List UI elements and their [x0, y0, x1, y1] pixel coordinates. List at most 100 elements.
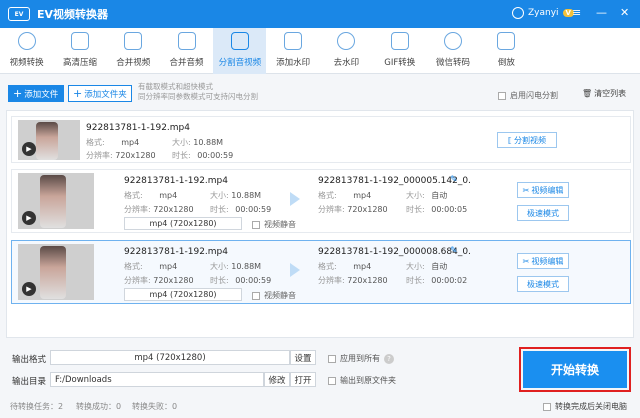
gif-icon: [390, 32, 409, 50]
plus-icon: +: [13, 87, 23, 100]
duration-label: 时长:: [172, 151, 191, 160]
add-folder-label: 添加文件夹: [84, 89, 127, 100]
format-value: mp4: [159, 262, 178, 271]
list-item[interactable]: ▶ 922813781-1-192.mp4 格式: mp4 大小: 10.88M…: [11, 169, 631, 233]
user-icon: [512, 7, 524, 19]
mute-option[interactable]: 视频静音: [252, 290, 296, 301]
output-to-source-label: 输出到原文件夹: [340, 376, 396, 385]
tool-compress[interactable]: 高清压缩: [53, 28, 106, 74]
output-format: 格式: mp4: [318, 190, 371, 201]
tool-remove-watermark[interactable]: 去水印: [320, 28, 373, 74]
output-format-select[interactable]: mp4 (720x1280): [124, 217, 242, 230]
tool-label: 倒放: [497, 58, 515, 68]
start-convert-button[interactable]: 开始转换: [523, 351, 627, 388]
settings-button[interactable]: 设置: [290, 350, 316, 365]
close-icon[interactable]: ✕: [620, 6, 629, 19]
tool-merge-video[interactable]: 合并视频: [107, 28, 160, 74]
tool-label: 去水印: [333, 58, 360, 68]
tool-wechat[interactable]: 微信转码: [426, 28, 479, 74]
output-to-source-checkbox[interactable]: [328, 376, 336, 385]
apply-all-option[interactable]: 应用到所有?: [328, 353, 394, 364]
format-value: mp4: [121, 138, 140, 147]
tool-label: GIF转换: [384, 58, 416, 68]
output-dir-label: 输出目录: [12, 377, 47, 387]
size-label: 大小:: [172, 138, 191, 147]
resolution-value: 720x1280: [347, 205, 388, 214]
tool-label: 添加水印: [276, 58, 311, 68]
minimize-icon[interactable]: —: [596, 6, 607, 19]
play-icon[interactable]: ▶: [22, 211, 36, 225]
source-resolution: 分辨率: 720x1280: [86, 150, 156, 161]
mute-checkbox[interactable]: [252, 220, 260, 229]
list-item[interactable]: ▶ 922813781-1-192.mp4 格式: mp4 大小: 10.88M…: [11, 240, 631, 304]
duration-value: 00:00:02: [431, 276, 468, 285]
duration-label: 时长:: [406, 276, 425, 285]
tool-merge-audio[interactable]: 合并音频: [160, 28, 213, 74]
resolution-label: 分辨率:: [86, 151, 113, 160]
tool-gif[interactable]: GIF转换: [373, 28, 426, 74]
drop-icon: [337, 32, 356, 50]
tool-label: 高清压缩: [62, 58, 97, 68]
source-format: 格式: mp4: [124, 261, 177, 272]
fast-mode-button[interactable]: 极速模式: [517, 276, 569, 292]
output-format-field[interactable]: mp4 (720x1280): [50, 350, 290, 365]
add-file-button[interactable]: + 添加文件: [8, 85, 64, 102]
output-duration: 时长: 00:00:02: [406, 275, 467, 286]
mode-hint: 有截取模式和超快模式 同分辨率同参数模式可支持闪电分割: [138, 82, 258, 102]
tool-video-convert[interactable]: 视频转换: [0, 28, 53, 74]
lightning-split-option[interactable]: 启用闪电分割: [498, 90, 558, 101]
app-logo: EV: [8, 7, 30, 21]
edit-name-icon[interactable]: ✎: [450, 175, 458, 185]
menu-icon[interactable]: ≡: [572, 6, 581, 19]
mute-option[interactable]: 视频静音: [252, 219, 296, 230]
video-edit-button[interactable]: ✂ 视频编辑: [517, 253, 569, 269]
output-dir-field[interactable]: F:/Downloads: [50, 372, 264, 387]
tool-watermark[interactable]: 添加水印: [266, 28, 319, 74]
duration-label: 时长:: [210, 276, 229, 285]
shutdown-checkbox[interactable]: [543, 402, 551, 411]
duration-value: 00:00:59: [235, 276, 272, 285]
pending-tasks: 待转换任务：2: [10, 402, 64, 411]
size-value: 自动: [431, 191, 448, 200]
split-video-label: 分割视频: [513, 135, 546, 145]
play-icon[interactable]: ▶: [22, 142, 36, 156]
output-size: 大小: 自动: [406, 190, 447, 201]
clear-list-label: 清空列表: [594, 89, 627, 98]
mute-checkbox[interactable]: [252, 291, 260, 300]
edit-name-icon[interactable]: ✎: [450, 246, 458, 256]
output-format: 格式: mp4: [318, 261, 371, 272]
clear-list-button[interactable]: 🗑 清空列表: [582, 88, 626, 99]
reverse-play-icon: [497, 32, 516, 50]
modify-button[interactable]: 修改: [264, 372, 290, 387]
output-format-select[interactable]: mp4 (720x1280): [124, 288, 242, 301]
duration-value: 00:00:59: [197, 151, 234, 160]
list-item[interactable]: ▶ 922813781-1-192.mp4 格式: mp4 大小: 10.88M…: [11, 116, 631, 163]
duration-label: 时长:: [210, 205, 229, 214]
tool-label: 视频转换: [9, 58, 44, 68]
play-icon[interactable]: ▶: [22, 282, 36, 296]
user-menu[interactable]: Zyanyi V: [512, 7, 574, 19]
tool-split[interactable]: 分割音视频: [213, 28, 267, 74]
fast-mode-button[interactable]: 极速模式: [517, 205, 569, 221]
title-bar: EV EV视频转换器 Zyanyi V ≡ — ✕: [0, 0, 640, 28]
lightning-checkbox[interactable]: [498, 91, 506, 100]
add-folder-button[interactable]: + 添加文件夹: [68, 85, 132, 102]
split-video-button[interactable]: ⟦ 分割视频: [497, 132, 557, 148]
convert-arrow-icon: [290, 192, 300, 206]
source-format: 格式: mp4: [124, 190, 177, 201]
help-icon[interactable]: ?: [384, 353, 394, 364]
source-duration: 时长: 00:00:59: [172, 150, 233, 161]
output-resolution: 分辨率: 720x1280: [318, 204, 388, 215]
tool-reverse[interactable]: 倒放: [480, 28, 533, 74]
apply-all-checkbox[interactable]: [328, 354, 336, 363]
open-button[interactable]: 打开: [290, 372, 316, 387]
resolution-label: 分辨率:: [318, 276, 345, 285]
resolution-label: 分辨率:: [124, 276, 151, 285]
shutdown-option[interactable]: 转换完成后关闭电脑: [543, 401, 627, 412]
video-thumbnail: ▶: [18, 244, 94, 300]
merge-video-icon: [124, 32, 143, 50]
output-to-source-option[interactable]: 输出到原文件夹: [328, 375, 396, 386]
video-edit-button[interactable]: ✂ 视频编辑: [517, 182, 569, 198]
format-label: 格式:: [124, 191, 143, 200]
hint-line: 同分辨率同参数模式可支持闪电分割: [138, 92, 258, 101]
